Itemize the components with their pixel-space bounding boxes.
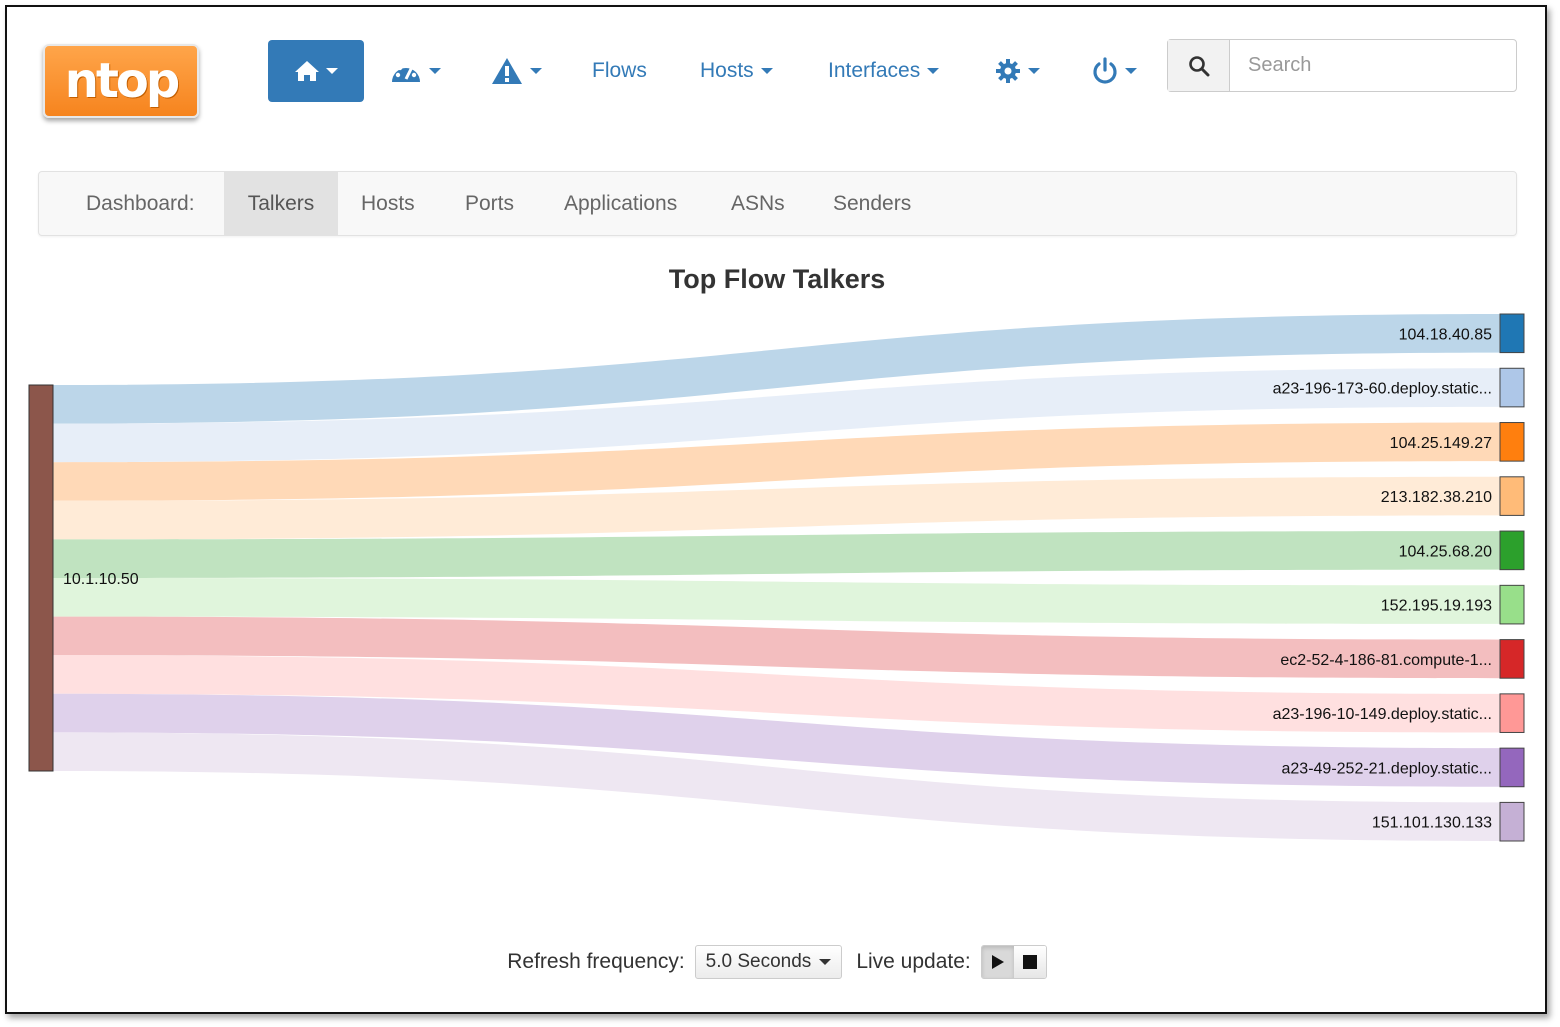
play-icon xyxy=(991,955,1004,969)
refresh-controls: Refresh frequency: 5.0 Seconds Live upda… xyxy=(2,944,1552,980)
target-node-label: 104.25.149.27 xyxy=(1390,435,1492,452)
target-node[interactable] xyxy=(1499,313,1525,354)
target-node-label: a23-49-252-21.deploy.static... xyxy=(1282,760,1493,777)
target-node[interactable] xyxy=(1499,476,1525,516)
target-node[interactable] xyxy=(1499,584,1525,625)
refresh-frequency-label: Refresh frequency: xyxy=(507,950,685,973)
target-node[interactable] xyxy=(1499,639,1525,679)
chevron-down-icon xyxy=(819,959,832,965)
live-update-label: Live update: xyxy=(856,950,971,973)
stop-button[interactable] xyxy=(1013,946,1046,978)
target-node[interactable] xyxy=(1499,693,1525,733)
app-window: ntop Flows Hosts Interfaces Search Dashb… xyxy=(5,5,1547,1014)
target-node-label: a23-196-173-60.deploy.static... xyxy=(1273,381,1492,398)
target-node[interactable] xyxy=(1499,801,1525,842)
target-node-label: 151.101.130.133 xyxy=(1372,815,1492,832)
sankey-chart: 104.18.40.85 a23-196-173-60.deploy.static… xyxy=(28,313,1525,842)
target-node[interactable] xyxy=(1499,747,1525,788)
refresh-frequency-value: 5.0 Seconds xyxy=(705,951,812,972)
source-node[interactable] xyxy=(28,384,54,772)
target-node-label: 104.18.40.85 xyxy=(1399,326,1493,343)
target-node-label: a23-196-10-149.deploy.static... xyxy=(1273,706,1492,723)
target-node[interactable] xyxy=(1499,367,1525,408)
refresh-frequency-select[interactable]: 5.0 Seconds xyxy=(694,945,843,979)
play-button[interactable] xyxy=(981,946,1014,978)
target-node-label: 104.25.68.20 xyxy=(1399,543,1493,560)
target-node-label: 152.195.19.193 xyxy=(1381,598,1492,615)
target-node-label: ec2-52-4-186-81.compute-1... xyxy=(1280,652,1492,669)
source-node-label: 10.1.10.50 xyxy=(63,571,139,588)
target-node[interactable] xyxy=(1499,422,1525,462)
target-node[interactable] xyxy=(1499,530,1525,571)
live-update-toggle xyxy=(980,945,1047,979)
flow-link[interactable] xyxy=(53,578,1500,624)
stop-icon xyxy=(1022,955,1037,969)
target-node-label: 213.182.38.210 xyxy=(1381,489,1492,506)
